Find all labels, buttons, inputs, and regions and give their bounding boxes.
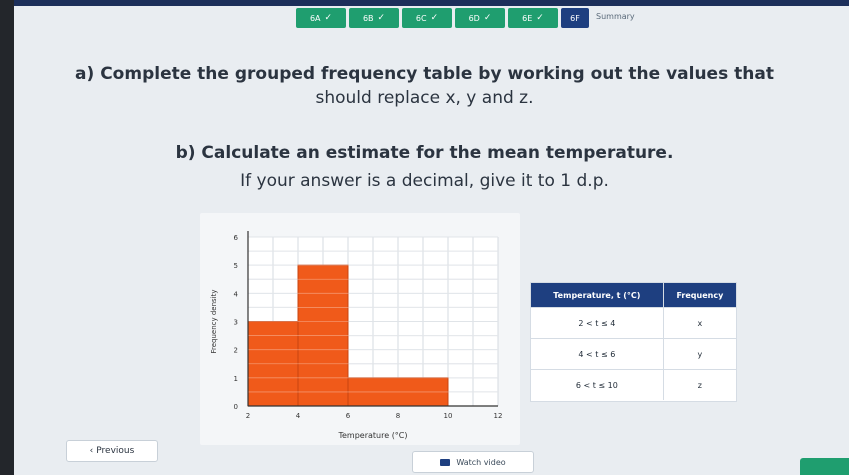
summary-tab[interactable]: Summary [596, 12, 635, 21]
y-tick-label: 5 [234, 262, 238, 270]
header-temperature: Temperature, t (°C) [531, 283, 664, 308]
progress-tab-6e[interactable]: 6E ✓ [508, 8, 558, 28]
progress-tabs: 6A ✓ 6B ✓ 6C ✓ 6D ✓ 6E ✓ 6F [296, 8, 589, 28]
freq-cell: x [662, 307, 736, 339]
check-icon: ✓ [536, 13, 544, 23]
progress-tab-6a[interactable]: 6A ✓ [296, 8, 346, 28]
y-tick-label: 6 [234, 234, 239, 242]
top-bar [14, 0, 849, 6]
check-icon: ✓ [430, 13, 439, 23]
y-tick-label: 0 [234, 403, 238, 411]
progress-tab-6b[interactable]: 6B ✓ [349, 8, 399, 28]
frequency-table: Temperature, t (°C) Frequency 2 < t ≤ 4 … [530, 282, 737, 402]
range-cell: 6 < t ≤ 10 [531, 369, 664, 400]
question-part-b-line2: If your answer is a decimal, give it to … [240, 171, 609, 191]
progress-tab-6c[interactable]: 6C ✓ [402, 8, 452, 28]
check-icon: ✓ [483, 13, 492, 23]
progress-tab-6f[interactable]: 6F [561, 8, 589, 28]
table-row: 2 < t ≤ 4 x [531, 307, 736, 339]
y-tick-label: 1 [234, 375, 238, 383]
question-part-a-line2: should replace x, y and z. [315, 88, 534, 108]
question-part-a-line1: a) Complete the grouped frequency table … [75, 64, 774, 84]
x-tick-label: 2 [246, 412, 250, 420]
x-tick-label: 8 [396, 412, 400, 420]
check-icon: ✓ [377, 13, 386, 23]
chevron-left-icon: ‹ [89, 446, 94, 456]
histogram-chart: 01234562 4 6 8 10 12Temperature (°C)Frequency… [210, 231, 503, 440]
x-tick-label: 4 [296, 412, 301, 420]
y-tick-label: 3 [234, 319, 238, 327]
y-tick-label: 4 [234, 290, 239, 298]
x-tick-label: 12 [494, 412, 503, 420]
answer-button[interactable] [800, 458, 849, 475]
progress-tab-6d[interactable]: 6D ✓ [455, 8, 505, 28]
freq-cell: y [662, 338, 736, 370]
watch-video-button[interactable]: Watch video [412, 451, 534, 473]
freq-cell: z [662, 369, 736, 400]
range-cell: 4 < t ≤ 6 [531, 338, 664, 370]
x-axis-label: Temperature (°C) [337, 431, 407, 440]
table-header-row: Temperature, t (°C) Frequency [531, 283, 736, 308]
range-cell: 2 < t ≤ 4 [531, 307, 664, 339]
question-part-b-line1: b) Calculate an estimate for the mean te… [175, 143, 674, 163]
histogram-panel: 0 1 2 3 4 5 6 2 4 6 8 10 12 Temperature (°C) Frequency… [200, 213, 520, 445]
video-icon [440, 458, 451, 466]
x-tick-label: 6 [346, 412, 351, 420]
check-icon: ✓ [324, 13, 333, 23]
table-row: 6 < t ≤ 10 z [531, 369, 736, 400]
table-row: 4 < t ≤ 6 y [531, 338, 736, 370]
previous-button[interactable]: ‹ Previous [66, 440, 158, 462]
y-axis-label: Frequency density [210, 289, 218, 353]
header-frequency: Frequency [662, 283, 736, 308]
x-tick-label: 10 [444, 412, 453, 420]
y-tick-label: 2 [234, 347, 238, 355]
